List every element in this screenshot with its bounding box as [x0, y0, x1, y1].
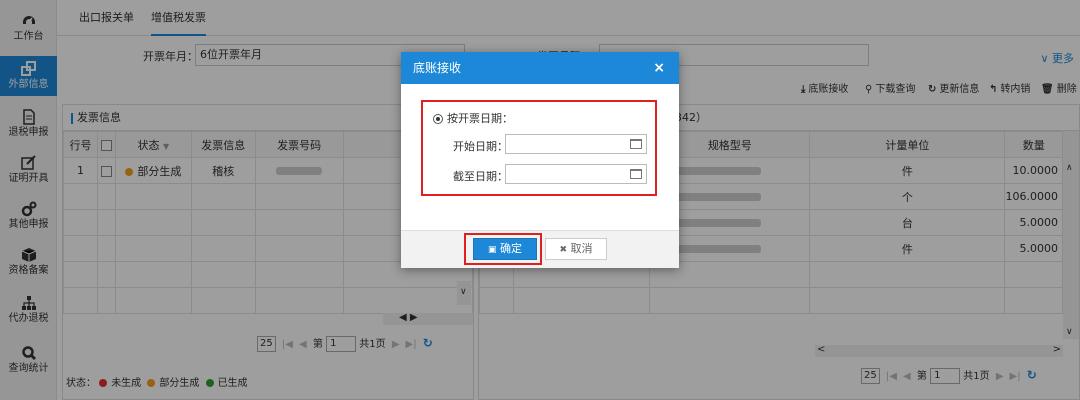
dialog-header: 底账接收 × — [401, 52, 679, 84]
confirm-button[interactable]: ▣ 确定 — [473, 238, 537, 260]
radio-selected-icon — [433, 114, 443, 124]
cancel-button[interactable]: ✖ 取消 — [545, 238, 607, 260]
close-icon[interactable]: × — [653, 52, 665, 84]
ledger-receive-dialog: 底账接收 × 按开票日期： 开始日期： 截至日期： ▣ 确定 ✖ 取消 — [401, 52, 679, 268]
dialog-footer: ▣ 确定 ✖ 取消 — [401, 230, 679, 268]
date-mode-radio[interactable]: 按开票日期： — [433, 110, 513, 126]
calendar-icon[interactable] — [630, 169, 642, 179]
dialog-body: 按开票日期： 开始日期： 截至日期： — [401, 84, 679, 230]
end-date-input[interactable] — [505, 164, 647, 184]
close-icon: ✖ — [559, 245, 568, 255]
save-icon: ▣ — [487, 245, 497, 255]
dialog-title: 底账接收 — [413, 61, 462, 75]
start-date-label: 开始日期： — [453, 140, 508, 153]
end-date-label: 截至日期： — [453, 170, 508, 183]
calendar-icon[interactable] — [630, 139, 642, 149]
start-date-input[interactable] — [505, 134, 647, 154]
